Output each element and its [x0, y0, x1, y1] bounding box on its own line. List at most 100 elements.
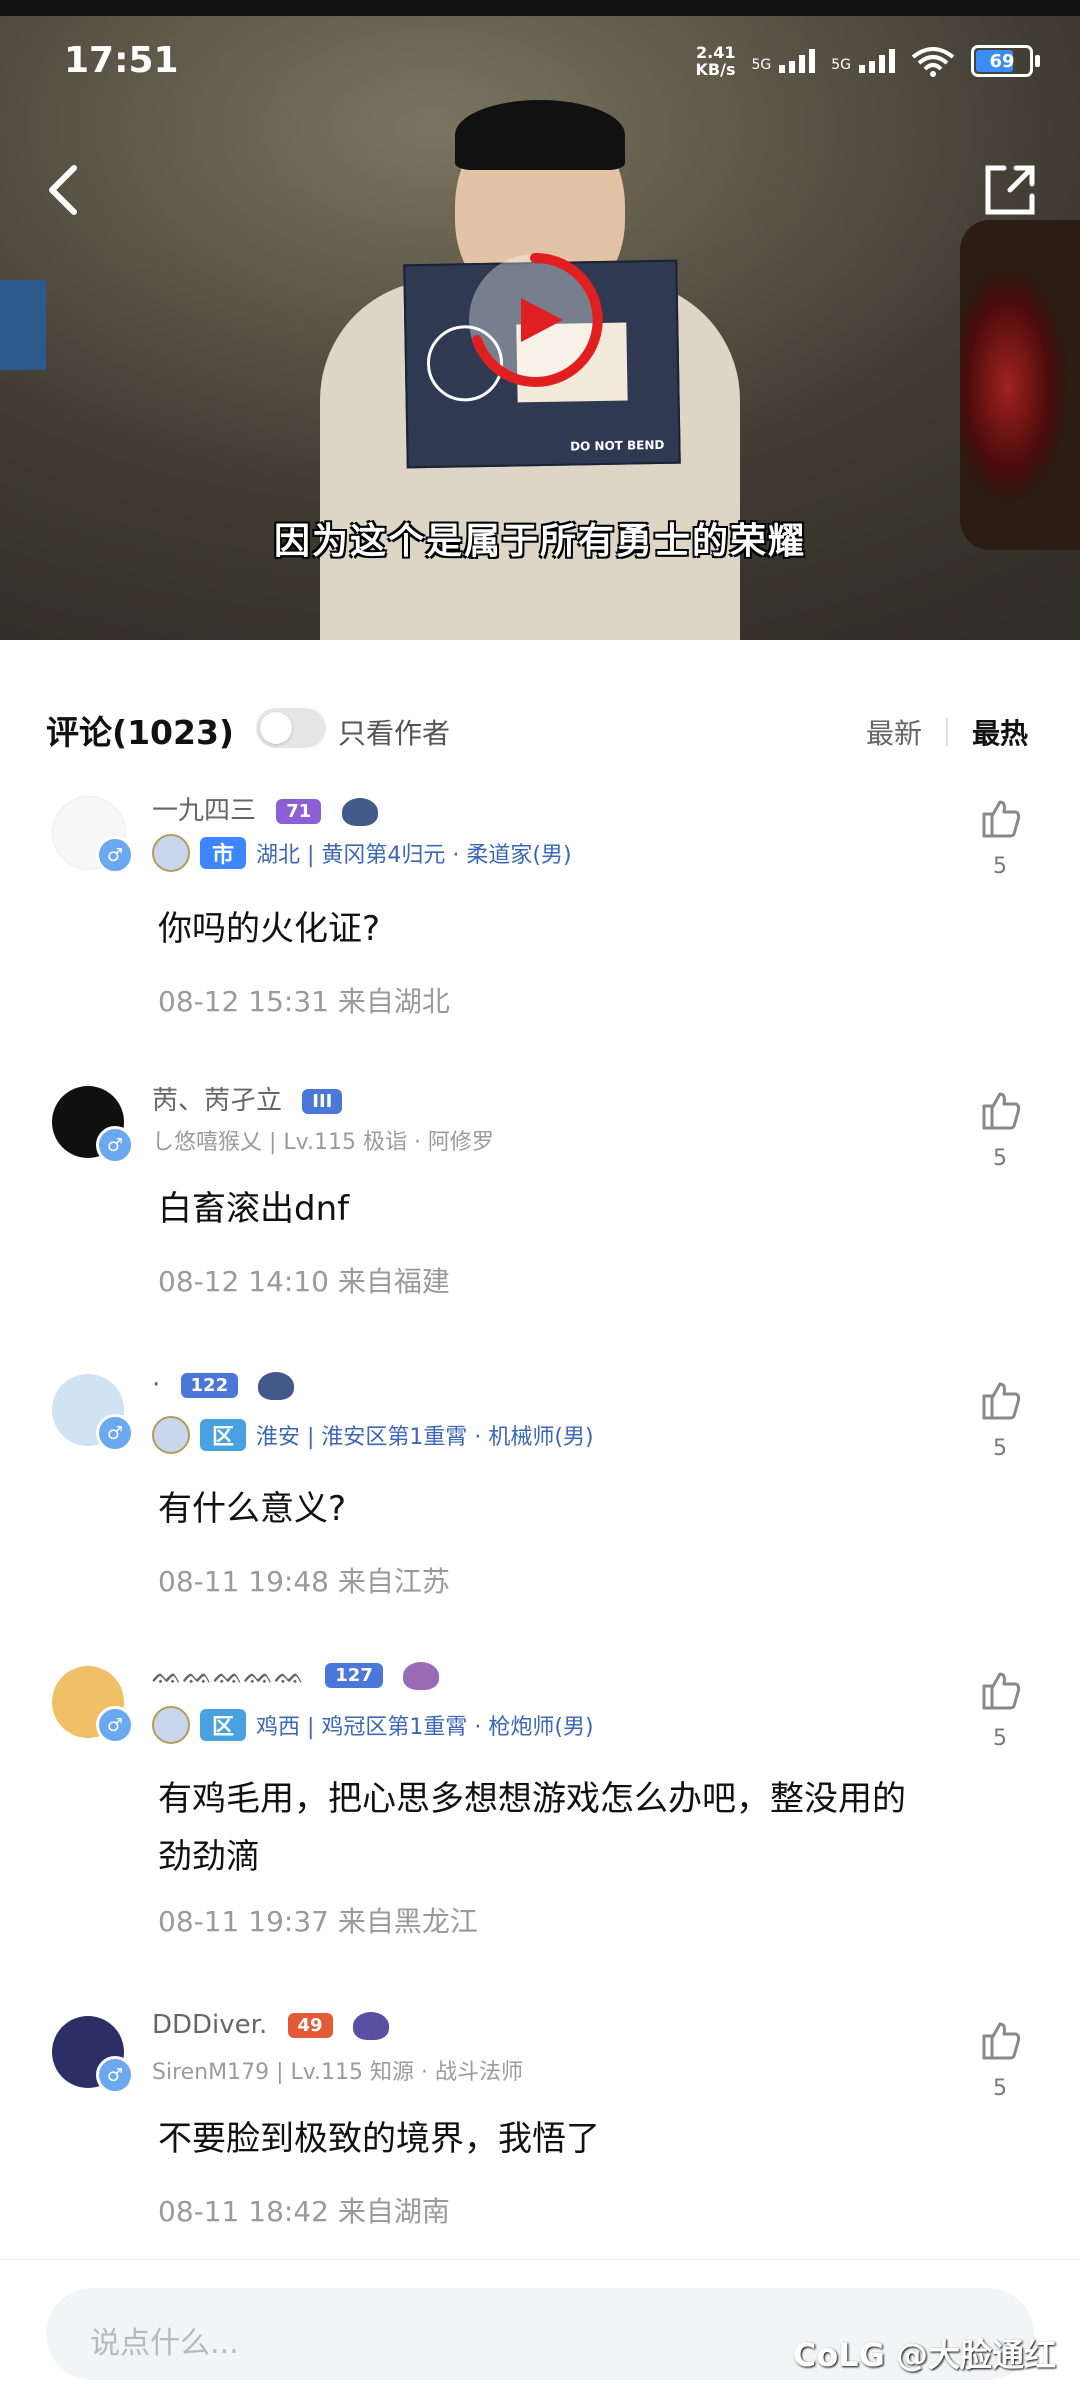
male-icon: ♂ — [96, 836, 134, 874]
sort-divider — [945, 718, 948, 746]
region-medal-icon — [152, 834, 190, 872]
level-badge: 71 — [276, 799, 322, 824]
region-medal-icon — [152, 1416, 190, 1454]
comment-input-placeholder[interactable]: 说点什么... — [90, 2318, 239, 2362]
username[interactable]: ᨐᨐᨐᨐᨐ — [152, 1660, 305, 1690]
comment-text: 不要脸到极致的境界，我悟了 — [158, 2119, 600, 2159]
comment-item: ♂ DDDiver. 49 SirenM179 | Lv.115 知源 · 战斗… — [0, 2010, 1080, 2270]
comments-title: 评论(1023) — [46, 713, 235, 752]
like-button[interactable]: 5 — [974, 1378, 1026, 1461]
comment-meta: 08-11 19:37 来自黑龙江 — [158, 1905, 478, 1938]
comment-user[interactable]: DDDiver. 49 — [152, 2010, 389, 2040]
video-player[interactable]: DO NOT BEND 因为这个是属于所有勇士的荣耀 17:51 2.41 KB/… — [0, 0, 1080, 640]
region-line: 市 湖北 | 黄冈第4归元 · 柔道家(男) — [152, 834, 572, 872]
like-count: 5 — [993, 1726, 1007, 1751]
sort-hottest[interactable]: 最热 — [972, 712, 1028, 752]
region-line: 区 淮安 | 淮安区第1重霄 · 机械师(男) — [152, 1416, 594, 1454]
author-only-toggle[interactable] — [256, 708, 326, 748]
comment-user[interactable]: 一九四三 71 — [152, 790, 378, 827]
username[interactable]: 一九四三 — [152, 796, 256, 826]
like-count: 5 — [993, 2076, 1007, 2101]
network-speed: 2.41 KB/s — [695, 43, 736, 79]
certificate-label: DO NOT BEND — [570, 437, 665, 454]
comment-meta: 08-12 15:31 来自湖北 — [158, 985, 450, 1018]
comment-meta: 08-11 18:42 来自湖南 — [158, 2195, 450, 2228]
status-time: 17:51 — [64, 40, 179, 81]
avatar[interactable]: ♂ — [52, 1374, 134, 1452]
signal-sim2-icon: 5G — [831, 49, 895, 73]
video-top-edge — [0, 0, 1080, 16]
user-subline: SirenM179 | Lv.115 知源 · 战斗法师 — [152, 2060, 524, 2085]
like-count: 5 — [993, 1146, 1007, 1171]
like-button[interactable]: 5 — [974, 796, 1026, 879]
comment-item: ♂ ᨐᨐᨐᨐᨐ 127 区 鸡西 | 鸡冠区第1重霄 · 枪炮师(男) 有鸡毛用… — [0, 1660, 1080, 1980]
comment-item: ♂ · 122 区 淮安 | 淮安区第1重霄 · 机械师(男) 有什么意义? 0… — [0, 1370, 1080, 1640]
region-text: 淮安 | 淮安区第1重霄 · 机械师(男) — [256, 1425, 594, 1450]
avatar[interactable]: ♂ — [52, 2016, 134, 2094]
male-icon: ♂ — [96, 1414, 134, 1452]
comments-header: 评论(1023) 只看作者 最新 最热 — [46, 700, 1034, 760]
region-tag: 市 — [200, 837, 247, 869]
rank-crest-icon — [341, 797, 378, 826]
author-only-label[interactable]: 只看作者 — [338, 712, 450, 752]
comment-user[interactable]: ᨐᨐᨐᨐᨐ 127 — [152, 1660, 440, 1691]
comment-item: ♂ 一九四三 71 市 湖北 | 黄冈第4归元 · 柔道家(男) 你吗的火化证?… — [0, 790, 1080, 1050]
avatar[interactable]: ♂ — [52, 1086, 134, 1164]
comment-text: 有什么意义? — [158, 1489, 347, 1529]
sort-tabs: 最新 最热 — [866, 712, 1028, 752]
comment-text: 你吗的火化证? — [158, 909, 381, 949]
comment-meta: 08-12 14:10 来自福建 — [158, 1265, 450, 1298]
rank-crest-icon — [258, 1371, 295, 1400]
like-count: 5 — [993, 1436, 1007, 1461]
comment-composer: 说点什么... CoLG @大脸通红 — [0, 2259, 1080, 2400]
person-hair — [455, 100, 625, 170]
watermark: CoLG @大脸通红 — [792, 2336, 1056, 2374]
comment-user[interactable]: 苪、苪孑立 III — [152, 1080, 343, 1117]
background-poster — [0, 280, 46, 370]
rank-crest-icon — [352, 2011, 389, 2040]
rank-crest-icon — [403, 1661, 440, 1690]
thumbs-up-icon — [982, 1382, 1021, 1420]
male-icon: ♂ — [96, 1126, 134, 1164]
username[interactable]: · — [152, 1370, 160, 1400]
back-arrow-icon[interactable] — [40, 160, 90, 220]
comment-text: 白畜滚出dnf — [158, 1189, 350, 1229]
region-tag: 区 — [200, 1419, 247, 1451]
user-subline: し悠嘻猴乂 | Lv.115 极诣 · 阿修罗 — [152, 1130, 494, 1155]
male-icon: ♂ — [96, 2056, 134, 2094]
comments-sheet: 评论(1023) 只看作者 最新 最热 ♂ 一九四三 71 市 湖北 | 黄冈第… — [0, 640, 1080, 2400]
level-badge: 49 — [287, 2013, 333, 2038]
like-count: 5 — [993, 854, 1007, 879]
background-artwork — [960, 220, 1080, 550]
region-text: 湖北 | 黄冈第4归元 · 柔道家(男) — [256, 843, 572, 868]
status-bar: 17:51 2.41 KB/s 5G 5G 69 — [64, 40, 1040, 90]
comment-text: 有鸡毛用，把心思多想想游戏怎么办吧，整没用的劲劲滴 — [158, 1779, 906, 1877]
male-icon: ♂ — [96, 1706, 134, 1744]
level-badge: 127 — [325, 1663, 383, 1688]
username[interactable]: 苪、苪孑立 — [152, 1086, 282, 1116]
comment-item: ♂ 苪、苪孑立 III し悠嘻猴乂 | Lv.115 极诣 · 阿修罗 白畜滚出… — [0, 1080, 1080, 1340]
comment-meta: 08-11 19:48 来自江苏 — [158, 1565, 450, 1598]
play-icon[interactable] — [465, 250, 605, 390]
comment-user[interactable]: · 122 — [152, 1370, 295, 1400]
like-button[interactable]: 5 — [974, 1088, 1026, 1171]
share-icon[interactable] — [980, 160, 1040, 220]
like-button[interactable]: 5 — [974, 2018, 1026, 2101]
thumbs-up-icon — [982, 1092, 1021, 1130]
avatar[interactable]: ♂ — [52, 1666, 134, 1744]
avatar[interactable]: ♂ — [52, 796, 134, 874]
status-icons: 2.41 KB/s 5G 5G 69 — [695, 43, 1040, 79]
region-tag: 区 — [200, 1709, 247, 1741]
level-badge: 122 — [180, 1373, 239, 1398]
battery-icon: 69 — [971, 45, 1040, 77]
region-line: 区 鸡西 | 鸡冠区第1重霄 · 枪炮师(男) — [152, 1706, 594, 1744]
level-badge: III — [302, 1089, 343, 1114]
like-button[interactable]: 5 — [974, 1668, 1026, 1751]
thumbs-up-icon — [982, 2022, 1021, 2060]
username[interactable]: DDDiver. — [152, 2010, 267, 2040]
video-subtitle: 因为这个是属于所有勇士的荣耀 — [273, 521, 806, 562]
sort-newest[interactable]: 最新 — [866, 712, 922, 752]
wifi-icon — [911, 45, 955, 77]
region-medal-icon — [152, 1706, 190, 1744]
signal-sim1-icon: 5G — [751, 49, 816, 73]
